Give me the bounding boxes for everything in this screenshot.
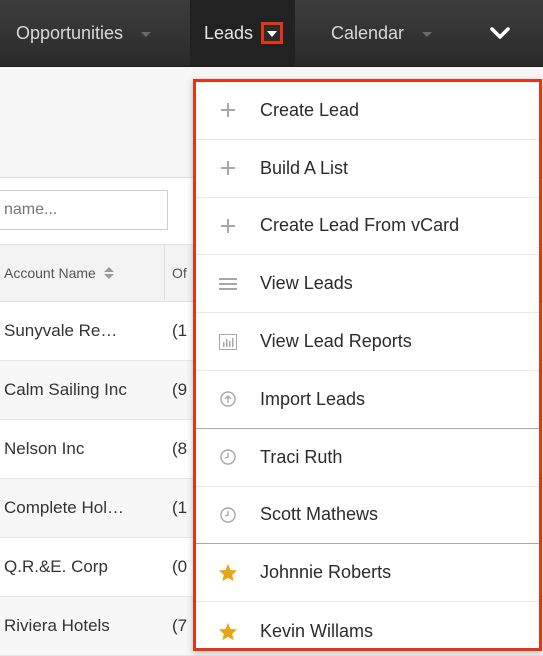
bar-chart-icon [218,332,238,352]
menu-item-label: Create Lead From vCard [260,215,460,236]
chevron-down-icon[interactable] [141,31,152,37]
star-icon [218,563,238,583]
menu-item-label: Create Lead [260,99,360,120]
menu-item-label: Build A List [260,157,349,178]
account-name-cell[interactable]: Q.R.&E. Corp [4,538,108,596]
star-icon [218,621,238,641]
plus-icon [218,158,238,178]
menu-item-label: Kevin Willams [260,620,374,641]
list-icon [218,274,238,294]
menu-item-favorite-kevin-willams[interactable]: Kevin Willams [196,602,539,648]
menu-item-view-lead-reports[interactable]: View Lead Reports [196,313,539,371]
office-phone-cell: (0 [172,557,188,576]
menu-item-create-lead-from-vcard[interactable]: Create Lead From vCard [196,198,539,256]
plus-icon [218,100,238,120]
account-name-cell[interactable]: Riviera Hotels [4,597,110,655]
account-name-cell[interactable]: Nelson Inc [4,420,84,478]
account-name-cell[interactable]: Sunyvale Re… [4,302,117,360]
office-phone-cell: (1 [172,321,188,340]
menu-item-label: Import Leads [260,388,366,409]
nav-tab-opportunities-label: Opportunities [16,22,124,43]
menu-item-recent-scott-mathews[interactable]: Scott Mathews [196,487,539,545]
nav-tab-leads-label: Leads [204,22,254,43]
menu-item-view-leads[interactable]: View Leads [196,255,539,314]
column-divider [164,245,165,301]
office-phone-cell: (1 [172,498,188,517]
menu-item-import-leads[interactable]: Import Leads [196,371,539,429]
menu-item-label: Johnnie Roberts [260,562,392,583]
nav-tab-opportunities[interactable]: Opportunities [16,0,152,66]
menu-item-favorite-johnnie-roberts[interactable]: Johnnie Roberts [196,544,539,603]
menu-item-create-lead[interactable]: Create Lead [196,82,539,140]
menu-item-recent-traci-ruth[interactable]: Traci Ruth [196,429,539,487]
menu-item-label: View Leads [260,273,353,294]
clock-icon [218,447,238,467]
menu-item-label: Traci Ruth [260,446,343,467]
menu-item-label: View Lead Reports [260,331,412,352]
leads-dropdown-toggle[interactable] [261,22,284,44]
chevron-down-icon [490,27,510,39]
sort-icon[interactable] [103,267,114,279]
caret-down-icon [267,31,278,37]
column-header-account-name[interactable]: Account Name [4,245,114,301]
office-phone-cell: (8 [172,439,188,458]
menu-item-label: Scott Mathews [260,504,379,525]
nav-tab-leads[interactable]: Leads [190,0,296,66]
column-header-office-phone[interactable]: Of [172,245,187,301]
column-header-label: Account Name [4,265,96,281]
account-name-cell[interactable]: Complete Hol… [4,479,124,537]
leads-dropdown-menu: Create Lead Build A List Create Lead Fro… [193,79,542,651]
office-phone-cell: (7 [172,616,188,635]
account-name-cell[interactable]: Calm Sailing Inc [4,361,127,419]
top-navigation-bar: Opportunities Leads Calendar [0,0,543,67]
nav-tab-calendar-label: Calendar [331,22,405,43]
search-input[interactable] [0,190,168,230]
upload-icon [218,389,238,409]
office-phone-cell: (9 [172,380,188,399]
column-header-label: Of [172,265,187,281]
menu-item-build-a-list[interactable]: Build A List [196,140,539,198]
chevron-down-icon[interactable] [422,31,433,37]
plus-icon [218,216,238,236]
clock-icon [218,505,238,525]
nav-tab-calendar[interactable]: Calendar [331,0,433,66]
more-tabs-button[interactable] [472,0,528,66]
